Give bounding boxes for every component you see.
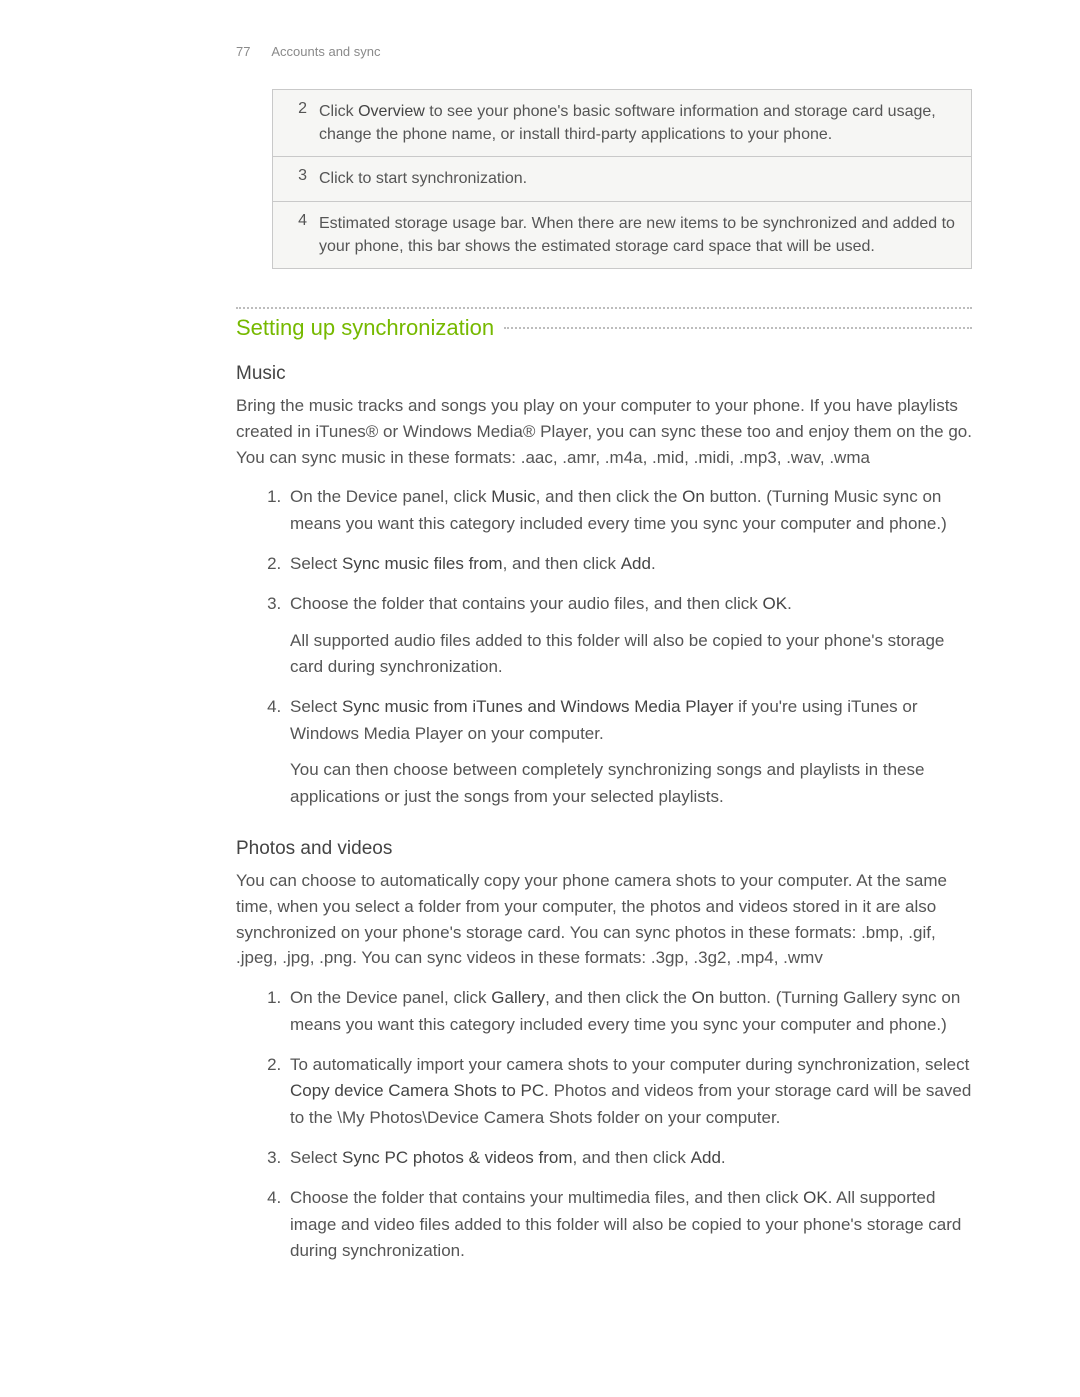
music-steps: On the Device panel, click Music, and th… bbox=[260, 484, 972, 815]
section-heading: Setting up synchronization bbox=[236, 315, 504, 341]
music-intro: Bring the music tracks and songs you pla… bbox=[236, 393, 972, 470]
photos-steps: On the Device panel, click Gallery, and … bbox=[260, 985, 972, 1270]
section-heading-rule bbox=[504, 327, 972, 329]
row-number: 3 bbox=[273, 157, 313, 200]
list-item: Select Sync music from iTunes and Window… bbox=[286, 694, 972, 815]
paragraph: You can then choose between completely s… bbox=[290, 757, 972, 810]
table-row: 2 Click Overview to see your phone's bas… bbox=[273, 90, 971, 156]
section-heading-row: Setting up synchronization bbox=[236, 315, 972, 341]
section-divider bbox=[236, 307, 972, 309]
chapter-title: Accounts and sync bbox=[271, 44, 380, 59]
list-item: On the Device panel, click Music, and th… bbox=[286, 484, 972, 543]
list-item: To automatically import your camera shot… bbox=[286, 1052, 972, 1137]
row-number: 2 bbox=[273, 90, 313, 156]
subheading-photos: Photos and videos bbox=[236, 838, 972, 860]
photos-intro: You can choose to automatically copy you… bbox=[236, 868, 972, 971]
table-row: 3 Click to start synchronization. bbox=[273, 156, 971, 200]
row-text: Click Overview to see your phone's basic… bbox=[313, 90, 971, 156]
row-text: Estimated storage usage bar. When there … bbox=[313, 202, 971, 268]
row-text: Click to start synchronization. bbox=[313, 157, 543, 200]
running-header: 77 Accounts and sync bbox=[236, 44, 972, 59]
list-item: Select Sync PC photos & videos from, and… bbox=[286, 1145, 972, 1177]
subheading-music: Music bbox=[236, 363, 972, 385]
page-number: 77 bbox=[236, 44, 250, 59]
table-row: 4 Estimated storage usage bar. When ther… bbox=[273, 201, 971, 268]
row-number: 4 bbox=[273, 202, 313, 268]
list-item: Choose the folder that contains your aud… bbox=[286, 591, 972, 686]
list-item: Select Sync music files from, and then c… bbox=[286, 551, 972, 583]
list-item: Choose the folder that contains your mul… bbox=[286, 1185, 972, 1270]
page: 77 Accounts and sync 2 Click Overview to… bbox=[0, 0, 1080, 1397]
callout-table: 2 Click Overview to see your phone's bas… bbox=[272, 89, 972, 269]
list-item: On the Device panel, click Gallery, and … bbox=[286, 985, 972, 1044]
paragraph: All supported audio files added to this … bbox=[290, 628, 972, 681]
